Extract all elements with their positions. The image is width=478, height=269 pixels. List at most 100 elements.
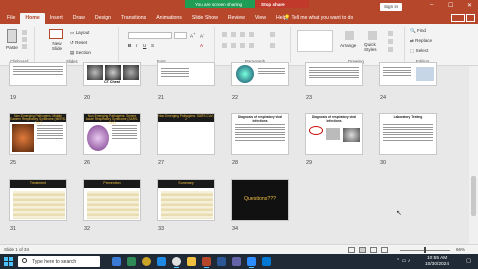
slide-show-view-icon[interactable] <box>381 247 388 253</box>
notifications-icon[interactable]: ▢ <box>466 258 471 264</box>
replace-button[interactable]: ⇄ Replace <box>410 38 432 44</box>
teams-icon[interactable] <box>232 257 241 266</box>
slide-thumbnail[interactable]: Non-Emerging Pathogens: Severe Acute Res… <box>83 113 141 155</box>
slide-sorter-view-icon[interactable] <box>359 247 366 253</box>
font-color-icon[interactable]: A <box>200 43 203 48</box>
tab-insert[interactable]: Insert <box>45 13 68 24</box>
slide-thumbnail[interactable]: Questions??? <box>231 179 289 221</box>
slide-thumbnail[interactable]: Diagnosis of respiratory viral infection… <box>231 113 289 155</box>
tab-transitions[interactable]: Transitions <box>116 13 151 24</box>
decrease-indent-icon[interactable] <box>240 32 245 37</box>
justify-icon[interactable] <box>249 43 254 48</box>
zoom-slider-thumb[interactable] <box>424 247 426 253</box>
tab-animations[interactable]: Animations <box>151 13 187 24</box>
slide-thumbnail[interactable]: Treatment <box>9 179 67 221</box>
slide-thumbnail[interactable] <box>305 62 363 86</box>
cut-icon[interactable] <box>22 30 27 35</box>
app-icon[interactable] <box>127 257 136 266</box>
numbering-icon[interactable] <box>231 32 236 37</box>
tab-draw[interactable]: Draw <box>68 13 90 24</box>
minimize-icon[interactable]: – <box>430 2 433 8</box>
stop-share-button[interactable]: Stop share <box>255 0 309 8</box>
section-button[interactable]: ▤ Section <box>70 50 91 56</box>
scrollbar-thumb[interactable] <box>471 176 476 216</box>
font-size-select[interactable] <box>174 32 187 39</box>
tab-file[interactable]: File <box>2 13 20 24</box>
shape-outline-icon[interactable] <box>388 39 393 44</box>
underline-icon[interactable]: U <box>143 43 146 48</box>
taskbar-search[interactable]: Type here to search <box>18 256 100 267</box>
slide-thumbnail[interactable] <box>9 62 67 86</box>
slide-thumbnail[interactable]: Non-Emerging Pathogens: Middle Eastern R… <box>9 113 67 155</box>
format-painter-icon[interactable] <box>22 44 27 49</box>
outlook-icon[interactable] <box>262 257 271 266</box>
layout-button[interactable]: ▭ Layout <box>70 30 89 36</box>
clock-date[interactable]: 10/30/2024 <box>425 262 449 267</box>
bold-icon[interactable]: B <box>128 43 131 48</box>
smartart-icon[interactable] <box>270 43 275 48</box>
font-size-grow-icon[interactable]: A+ <box>190 32 195 39</box>
bullets-icon[interactable] <box>222 32 227 37</box>
tab-home[interactable]: Home <box>20 13 45 24</box>
slide-thumbnail[interactable]: Laboratory Testing <box>379 113 437 155</box>
tab-review[interactable]: Review <box>223 13 250 24</box>
file-explorer-icon[interactable] <box>187 257 196 266</box>
arrange-icon[interactable] <box>345 31 354 40</box>
slide-thumbnail[interactable] <box>379 62 437 86</box>
clock-time[interactable]: 10:55 AM <box>427 256 447 261</box>
new-slide-icon[interactable] <box>49 29 63 39</box>
slide-thumbnail[interactable] <box>157 62 215 86</box>
align-left-icon[interactable] <box>222 43 227 48</box>
copy-icon[interactable] <box>22 37 27 42</box>
tab-design[interactable]: Design <box>90 13 116 24</box>
slide-thumbnail[interactable] <box>231 62 289 86</box>
select-button[interactable]: ⬚ Select <box>410 48 428 54</box>
slide-number: 29 <box>306 160 313 166</box>
windows-start-icon[interactable] <box>4 257 13 266</box>
new-slide-button[interactable]: New Slide <box>50 41 64 51</box>
word-icon[interactable] <box>217 257 226 266</box>
vertical-scrollbar[interactable] <box>469 66 478 244</box>
arrange-button[interactable]: Arrange <box>340 43 356 48</box>
italic-icon[interactable]: I <box>136 43 137 48</box>
text-direction-icon[interactable] <box>270 32 275 37</box>
sign-in-button[interactable]: Sign in <box>380 3 402 11</box>
reset-button[interactable]: ↺ Reset <box>70 40 87 46</box>
slide-thumbnail[interactable]: Diagnosis of respiratory viral infection… <box>305 113 363 155</box>
zoom-icon[interactable] <box>247 257 256 268</box>
slide-thumbnail[interactable]: Summary <box>157 179 215 221</box>
shadow-icon[interactable]: S <box>151 43 154 48</box>
tell-me-search[interactable]: 💡 Tell me what you want to do <box>284 15 353 21</box>
comment-icon[interactable] <box>466 14 475 22</box>
shape-fill-icon[interactable] <box>388 31 393 36</box>
chrome-icon[interactable] <box>172 257 181 268</box>
font-size-shrink-icon[interactable]: A- <box>200 32 204 39</box>
maximize-icon[interactable]: ☐ <box>448 2 453 9</box>
slide-number: 28 <box>232 160 239 166</box>
share-icon[interactable] <box>451 14 465 22</box>
quick-styles-icon[interactable] <box>368 31 377 40</box>
zoom-level[interactable]: 66% <box>456 247 465 252</box>
align-center-icon[interactable] <box>231 43 236 48</box>
system-tray-icons[interactable]: ⌃ ▭ ♪ <box>396 258 410 264</box>
edge-icon[interactable] <box>157 257 166 266</box>
font-name-select[interactable] <box>128 32 172 39</box>
task-view-icon[interactable] <box>112 257 121 266</box>
increase-indent-icon[interactable] <box>249 32 254 37</box>
close-icon[interactable]: ✕ <box>467 2 472 9</box>
shape-effects-icon[interactable] <box>388 47 393 52</box>
app-icon[interactable] <box>142 257 151 266</box>
paste-icon[interactable] <box>7 29 17 43</box>
slide-thumbnail[interactable]: Non-Emerging Pathogens: SARS-CoV-2 <box>157 113 215 155</box>
tab-view[interactable]: View <box>250 13 271 24</box>
align-right-icon[interactable] <box>240 43 245 48</box>
normal-view-icon[interactable] <box>348 247 355 253</box>
tab-slide-show[interactable]: Slide Show <box>187 13 223 24</box>
shapes-gallery[interactable] <box>297 30 333 52</box>
slide-thumbnail[interactable]: Prevention <box>83 179 141 221</box>
slide-thumbnail[interactable]: CT Chest <box>83 62 141 86</box>
find-button[interactable]: 🔍 Find <box>410 28 426 34</box>
quick-styles-button[interactable]: Quick Styles <box>364 42 382 52</box>
reading-view-icon[interactable] <box>370 247 377 253</box>
powerpoint-icon[interactable] <box>202 257 211 268</box>
